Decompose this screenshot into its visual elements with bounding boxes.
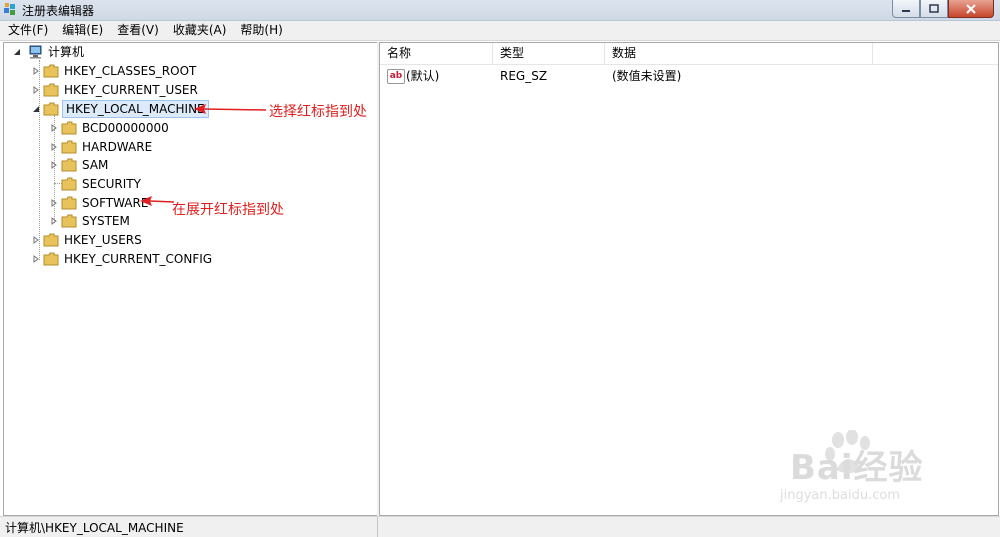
folder-icon: [61, 158, 77, 172]
folder-icon: [61, 214, 77, 228]
collapsed-arrow-icon[interactable]: [49, 124, 58, 133]
menu-view[interactable]: 查看(V): [109, 21, 165, 40]
tree-item-hkey-local-machine[interactable]: HKEY_LOCAL_MACHINE: [31, 100, 209, 118]
title-bar: 注册表编辑器: [0, 0, 1000, 21]
tree-item-security[interactable]: SECURITY: [49, 175, 143, 193]
collapsed-arrow-icon[interactable]: [31, 255, 40, 264]
annotation-select-text: 选择红标指到处: [269, 104, 367, 120]
watermark-brand: Bai经验: [790, 448, 924, 488]
watermark-url: jingyan.baidu.com: [780, 488, 900, 503]
menu-edit[interactable]: 编辑(E): [54, 21, 109, 40]
tree-label: BCD00000000: [82, 121, 169, 135]
tree-label: HKEY_USERS: [64, 233, 142, 247]
collapsed-arrow-icon[interactable]: [31, 67, 40, 76]
collapsed-arrow-icon[interactable]: [31, 236, 40, 245]
minimize-icon: [902, 9, 910, 12]
column-header-data[interactable]: 数据: [605, 43, 873, 64]
minimize-button[interactable]: [892, 0, 920, 18]
collapsed-arrow-icon[interactable]: [49, 161, 58, 170]
tree-label: HKEY_LOCAL_MACHINE: [62, 100, 209, 118]
tree-label: HKEY_CURRENT_CONFIG: [64, 252, 213, 266]
folder-icon: [61, 121, 77, 135]
close-button[interactable]: [948, 0, 994, 18]
value-type: REG_SZ: [500, 68, 548, 83]
status-bar: 计算机\HKEY_LOCAL_MACHINE: [0, 516, 1000, 537]
status-path: 计算机\HKEY_LOCAL_MACHINE: [5, 521, 184, 535]
folder-icon: [61, 177, 77, 191]
tree-item-hkey-current-user[interactable]: HKEY_CURRENT_USER: [31, 81, 200, 99]
window-title: 注册表编辑器: [22, 4, 95, 18]
tree-label: HKEY_CLASSES_ROOT: [64, 64, 197, 78]
tree-label: SECURITY: [82, 177, 141, 191]
tree-item-sam[interactable]: SAM: [49, 156, 110, 174]
collapsed-arrow-icon[interactable]: [49, 217, 58, 226]
list-header: 名称 类型 数据: [380, 43, 998, 65]
annotation-arrow-select: [194, 104, 267, 114]
status-separator: [377, 517, 378, 537]
window-controls: [892, 0, 994, 18]
collapsed-arrow-icon[interactable]: [49, 199, 58, 208]
maximize-button[interactable]: [920, 0, 948, 18]
annotation-expand-text: 在展开红标指到处: [172, 202, 284, 218]
tree-label: HKEY_CURRENT_USER: [64, 83, 198, 97]
tree-label: 计算机: [48, 45, 85, 59]
column-header-name[interactable]: 名称: [380, 43, 493, 64]
string-value-icon: ab: [387, 69, 405, 84]
maximize-icon: [929, 4, 939, 13]
tree-label: SYSTEM: [82, 214, 130, 228]
menu-favorites[interactable]: 收藏夹(A): [165, 21, 233, 40]
baidu-watermark: Bai经验 jingyan.baidu.com: [760, 430, 990, 515]
expanded-arrow-icon[interactable]: [12, 48, 21, 57]
regedit-app-icon[interactable]: [3, 2, 18, 17]
folder-icon: [43, 83, 59, 97]
folder-open-icon: [43, 102, 59, 116]
no-children-spacer: [49, 180, 58, 189]
column-header-type[interactable]: 类型: [493, 43, 605, 64]
expanded-arrow-icon[interactable]: [31, 105, 40, 114]
tree-item-computer[interactable]: 计算机: [12, 43, 86, 61]
tree-item-hardware[interactable]: HARDWARE: [49, 138, 154, 156]
folder-icon: [43, 64, 59, 78]
folder-icon: [61, 196, 77, 210]
collapsed-arrow-icon[interactable]: [49, 143, 58, 152]
menu-help[interactable]: 帮助(H): [232, 21, 288, 40]
close-icon: [966, 3, 976, 14]
tree-item-bcd00000000[interactable]: BCD00000000: [49, 119, 171, 137]
computer-icon: [29, 45, 42, 59]
list-item[interactable]: ab (默认) REG_SZ (数值未设置): [380, 66, 873, 85]
value-data: (数值未设置): [612, 69, 682, 83]
menu-bar: 文件(F) 编辑(E) 查看(V) 收藏夹(A) 帮助(H): [0, 21, 1000, 41]
tree-item-system[interactable]: SYSTEM: [49, 212, 132, 230]
tree-item-software[interactable]: SOFTWARE: [49, 194, 150, 212]
collapsed-arrow-icon[interactable]: [31, 86, 40, 95]
menu-file[interactable]: 文件(F): [0, 21, 54, 40]
tree-label: HARDWARE: [82, 140, 153, 154]
folder-icon: [43, 252, 59, 266]
value-name: (默认): [406, 69, 440, 83]
folder-icon: [61, 140, 77, 154]
tree-item-hkey-classes-root[interactable]: HKEY_CLASSES_ROOT: [31, 62, 198, 80]
tree-item-hkey-users[interactable]: HKEY_USERS: [31, 231, 144, 249]
tree-item-hkey-current-config[interactable]: HKEY_CURRENT_CONFIG: [31, 250, 214, 268]
tree-label: SAM: [82, 158, 109, 172]
column-header-filler: [873, 43, 998, 64]
folder-icon: [43, 233, 59, 247]
value-name-cell: ab (默认): [380, 67, 493, 84]
